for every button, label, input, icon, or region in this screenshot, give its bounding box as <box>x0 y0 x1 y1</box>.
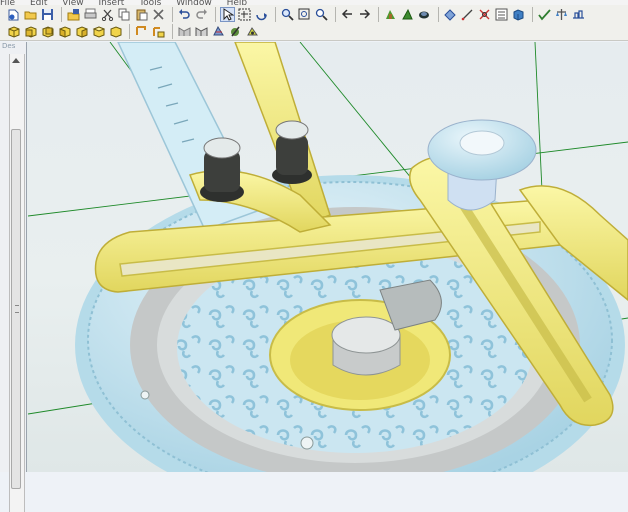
toolbar-separator <box>335 7 336 22</box>
rotate-view-icon[interactable] <box>254 7 269 22</box>
toolbar-separator <box>438 7 439 22</box>
model-render <box>27 42 628 472</box>
render-mode-icon[interactable] <box>383 7 398 22</box>
toolbar-separator <box>172 7 173 22</box>
bottom-view-icon[interactable] <box>108 24 123 39</box>
scroll-grip-icon <box>15 305 19 313</box>
scroll-up-arrow-icon[interactable] <box>12 58 20 63</box>
front-view-icon[interactable] <box>23 24 38 39</box>
3d-viewport[interactable] <box>27 42 628 472</box>
toolbar-separator <box>215 7 216 22</box>
component-icon[interactable] <box>477 7 492 22</box>
save-icon[interactable] <box>40 7 55 22</box>
undo-icon[interactable] <box>177 7 192 22</box>
paste-icon[interactable] <box>134 7 149 22</box>
print-icon[interactable] <box>83 7 98 22</box>
copy-icon[interactable] <box>117 7 132 22</box>
delete-icon[interactable] <box>151 7 166 22</box>
center-pin <box>331 316 401 376</box>
zoom-window-icon[interactable] <box>297 7 312 22</box>
toolbar-separator <box>275 7 276 22</box>
vertical-scrollbar[interactable] <box>9 54 25 512</box>
material-icon[interactable] <box>228 24 243 39</box>
zoom-icon[interactable] <box>280 7 295 22</box>
section-icon[interactable] <box>177 24 192 39</box>
measure-icon[interactable] <box>443 7 458 22</box>
toolbar-separator <box>129 23 130 39</box>
back-view-icon[interactable] <box>40 24 55 39</box>
part-icon[interactable] <box>511 7 526 22</box>
shadow-icon[interactable] <box>194 24 209 39</box>
dimension-icon[interactable] <box>460 7 475 22</box>
toolbar-separator <box>61 7 62 22</box>
balance-icon[interactable] <box>554 7 569 22</box>
shaded-mode-icon[interactable] <box>400 7 415 22</box>
top-view-icon[interactable] <box>91 24 106 39</box>
simulation-icon[interactable] <box>571 7 586 22</box>
light-icon[interactable] <box>245 24 260 39</box>
cut-icon[interactable] <box>100 7 115 22</box>
panel-title: Des <box>2 42 16 50</box>
right-view-icon[interactable] <box>74 24 89 39</box>
next-view-icon[interactable] <box>357 7 372 22</box>
smart-select-icon[interactable] <box>237 7 252 22</box>
toolbar-separator <box>532 7 533 22</box>
check-icon[interactable] <box>537 7 552 22</box>
toolbar-separator <box>378 7 379 22</box>
feature-tree-panel: Des <box>0 42 27 512</box>
display-icon[interactable] <box>417 7 432 22</box>
new-file-icon[interactable] <box>6 7 21 22</box>
redo-icon[interactable] <box>194 7 209 22</box>
properties-icon[interactable] <box>494 7 509 22</box>
view-cube-icon[interactable] <box>151 24 166 39</box>
texture-icon[interactable] <box>211 24 226 39</box>
open-folder-icon[interactable] <box>23 7 38 22</box>
save-all-icon[interactable] <box>66 7 81 22</box>
previous-view-icon[interactable] <box>340 7 355 22</box>
scroll-thumb[interactable] <box>11 129 21 489</box>
toolbar-separator <box>172 23 173 39</box>
iso-view-icon[interactable] <box>6 24 21 39</box>
zoom-fit-icon[interactable] <box>314 7 329 22</box>
left-view-icon[interactable] <box>57 24 72 39</box>
select-arrow-icon[interactable] <box>220 7 235 22</box>
pan-view-icon[interactable] <box>134 24 149 39</box>
view-toolbar <box>0 22 628 41</box>
